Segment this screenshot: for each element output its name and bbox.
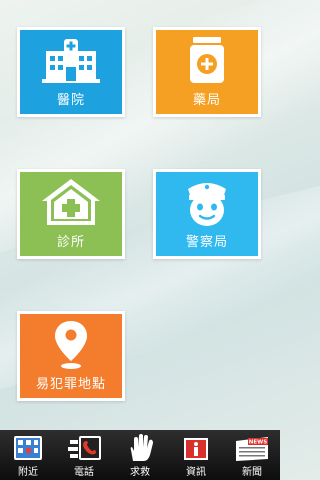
- location-pin-icon: [55, 321, 87, 369]
- clinic-tile[interactable]: 診所: [17, 169, 125, 259]
- pharmacy-label: 藥局: [192, 93, 221, 108]
- info-icon: [184, 438, 208, 460]
- crime-spot-label: 易犯罪地點: [35, 377, 106, 392]
- phone-icon: [68, 436, 101, 460]
- nav-label-phone: 電話: [74, 467, 94, 478]
- pharmacy-tile[interactable]: 藥局: [153, 27, 261, 117]
- police-tile[interactable]: 警察局: [153, 169, 261, 259]
- nav-item-phone[interactable]: 電話: [56, 430, 112, 480]
- nav-item-info[interactable]: 資訊: [168, 430, 224, 480]
- bottom-nav: 附近 電話 求救 資訊 NEWS 新聞: [0, 430, 280, 480]
- news-icon-text: NEWS: [249, 440, 267, 446]
- nav-label-news: 新聞: [242, 467, 262, 478]
- hospital-tile[interactable]: 醫院: [17, 27, 125, 117]
- nav-item-help[interactable]: 求救: [112, 430, 168, 480]
- hospital-label: 醫院: [56, 93, 85, 108]
- nav-label-help: 求救: [130, 467, 150, 478]
- clinic-icon: [42, 179, 100, 225]
- police-label: 警察局: [185, 235, 228, 250]
- hand-icon: [130, 434, 153, 461]
- nav-label-info: 資訊: [186, 467, 206, 478]
- news-icon: NEWS: [236, 437, 268, 461]
- nearby-icon: [14, 436, 42, 460]
- police-officer-icon: [188, 183, 226, 226]
- clinic-label: 診所: [56, 235, 85, 250]
- medicine-bottle-icon: [190, 37, 224, 83]
- nav-item-news[interactable]: NEWS 新聞: [224, 430, 280, 480]
- nav-item-nearby[interactable]: 附近: [0, 430, 56, 480]
- hospital-icon: [42, 39, 100, 83]
- crime-spot-tile[interactable]: 易犯罪地點: [17, 311, 125, 401]
- nav-label-nearby: 附近: [18, 467, 38, 478]
